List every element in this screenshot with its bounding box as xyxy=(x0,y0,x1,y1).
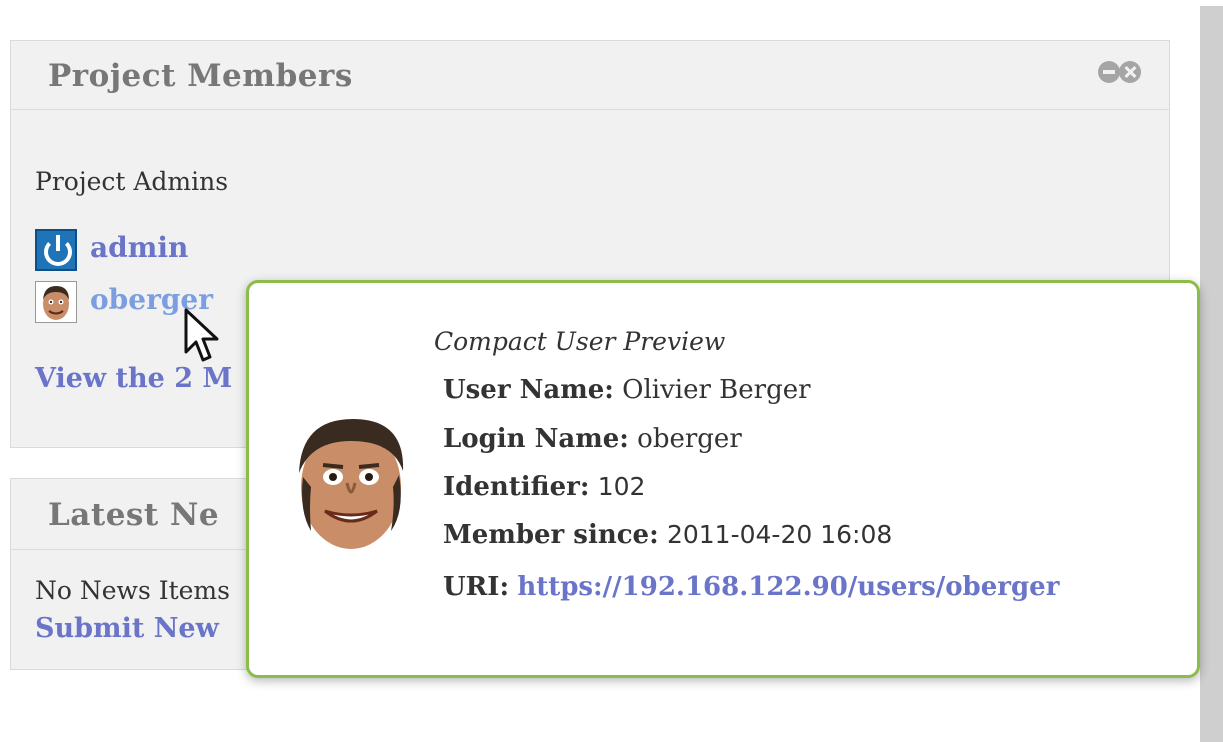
scrollbar[interactable] xyxy=(1200,6,1223,742)
project-admins-label: Project Admins xyxy=(35,167,229,196)
member-since-label: Member since: xyxy=(443,520,659,550)
uri-link[interactable]: https://192.168.122.90/users/oberger xyxy=(517,572,1059,602)
panel-header: Project Members xyxy=(11,41,1169,110)
panel-title: Latest Ne xyxy=(48,497,220,533)
mouse-cursor-icon xyxy=(184,308,219,362)
login-name-value: oberger xyxy=(637,424,742,454)
no-news-text: No News Items xyxy=(35,576,230,605)
user-name-line: User Name: Olivier Berger xyxy=(443,375,811,405)
identifier-value: 102 xyxy=(597,472,646,501)
user-photo-icon xyxy=(299,419,404,549)
submit-news-link[interactable]: Submit New xyxy=(35,613,219,644)
user-preview-popup: Compact User Preview User Name: Olivier … xyxy=(246,280,1200,678)
user-avatar-icon xyxy=(35,281,77,323)
close-icon[interactable] xyxy=(1119,61,1141,83)
member-link-admin[interactable]: admin xyxy=(90,231,188,264)
identifier-line: Identifier: 102 xyxy=(443,472,645,502)
user-name-label: User Name: xyxy=(443,375,614,405)
identifier-label: Identifier: xyxy=(443,472,590,502)
user-name-value: Olivier Berger xyxy=(622,375,811,405)
login-name-line: Login Name: oberger xyxy=(443,424,742,454)
login-name-label: Login Name: xyxy=(443,424,629,454)
panel-title: Project Members xyxy=(48,58,353,94)
preview-heading: Compact User Preview xyxy=(434,327,726,356)
member-since-line: Member since: 2011-04-20 16:08 xyxy=(443,520,892,550)
uri-line: URI: https://192.168.122.90/users/oberge… xyxy=(443,568,1063,606)
uri-label: URI: xyxy=(443,572,510,602)
power-icon xyxy=(35,229,77,271)
member-since-value: 2011-04-20 16:08 xyxy=(666,520,893,549)
minimize-icon[interactable] xyxy=(1098,61,1120,83)
view-all-members-link[interactable]: View the 2 M xyxy=(35,363,232,394)
